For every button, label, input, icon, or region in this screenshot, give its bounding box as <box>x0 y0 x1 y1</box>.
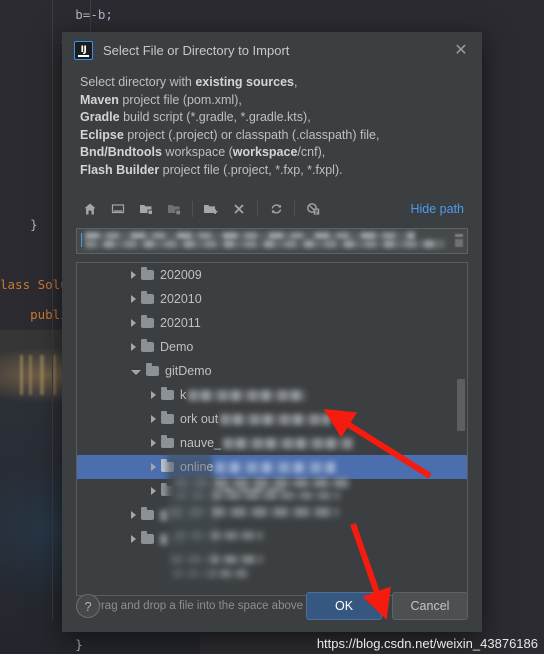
directory-tree[interactable]: 202009 202010 202011 Demo gitDemo k ork out nau… <box>76 262 468 596</box>
tree-item[interactable]: 202010 <box>77 287 467 311</box>
redacted-overlay <box>167 453 212 593</box>
redacted-label <box>220 413 331 425</box>
description-line: Eclipse project (.project) or classpath … <box>80 127 380 142</box>
tree-item-label: 202010 <box>160 292 202 306</box>
tree-item-label: 202009 <box>160 268 202 282</box>
code-line: } <box>75 637 83 652</box>
tree-scrollbar-thumb[interactable] <box>457 379 465 431</box>
desktop-icon[interactable] <box>104 196 132 222</box>
file-chooser-toolbar: Hide path <box>76 195 468 223</box>
tree-item[interactable]: k <box>77 383 467 407</box>
tree-item-label: Demo <box>160 340 194 354</box>
help-button[interactable]: ? <box>76 594 100 618</box>
tree-item-label: 202011 <box>160 316 201 330</box>
dialog-footer: ? OK Cancel <box>62 580 482 632</box>
toolbar-separator <box>294 201 295 217</box>
description-line: Gradle build script (*.gradle, *.gradle.… <box>80 110 311 124</box>
toolbar-separator <box>192 201 193 217</box>
toolbar-separator <box>257 201 258 217</box>
tree-item[interactable]: Demo <box>77 335 467 359</box>
tree-item-label: gitDemo <box>165 364 212 378</box>
folder-icon <box>141 507 154 520</box>
tree-item[interactable]: ork out <box>77 407 467 431</box>
folder-icon <box>161 411 174 424</box>
tree-item[interactable]: online <box>77 455 467 479</box>
code-line: b=-b; <box>75 7 113 22</box>
description-line: Flash Builder project file (.project, *.… <box>80 162 343 177</box>
module-folder-icon[interactable] <box>160 196 188 222</box>
chevron-right-icon[interactable] <box>151 391 156 399</box>
chevron-right-icon[interactable] <box>131 271 136 279</box>
watermark-url: https://blog.csdn.net/weixin_43876186 <box>316 636 538 651</box>
tree-item-label: nauve_ <box>180 436 222 450</box>
chevron-right-icon[interactable] <box>151 487 156 495</box>
redacted-label <box>223 437 354 449</box>
chevron-right-icon[interactable] <box>131 295 136 303</box>
refresh-icon[interactable] <box>262 196 290 222</box>
import-dialog: IJ Select File or Directory to Import ✕ … <box>62 32 482 632</box>
new-folder-icon[interactable] <box>197 196 225 222</box>
chevron-right-icon[interactable] <box>151 439 156 447</box>
folder-icon <box>141 267 154 280</box>
redacted-path-text <box>85 232 415 240</box>
tree-item[interactable] <box>77 527 467 551</box>
show-hidden-icon[interactable] <box>299 196 327 222</box>
tree-item[interactable]: gitDemo <box>77 359 467 383</box>
description-line: Maven project file (pom.xml), <box>80 92 242 107</box>
chevron-right-icon[interactable] <box>151 415 156 423</box>
tree-item[interactable]: nauve_ <box>77 431 467 455</box>
folder-icon <box>141 291 154 304</box>
dialog-description: Select directory with existing sources, M… <box>62 68 482 181</box>
cancel-button[interactable]: Cancel <box>392 592 468 620</box>
path-overflow-icon <box>455 234 463 247</box>
tree-item[interactable]: 202011 <box>77 311 467 335</box>
folder-icon <box>161 387 174 400</box>
chevron-down-icon[interactable] <box>131 369 141 375</box>
redacted-path-text <box>85 240 445 248</box>
delete-icon[interactable] <box>225 196 253 222</box>
home-icon[interactable] <box>76 196 104 222</box>
folder-icon <box>161 435 174 448</box>
folder-icon <box>141 339 154 352</box>
project-folder-icon[interactable] <box>132 196 160 222</box>
tree-item[interactable]: 202009 <box>77 263 467 287</box>
dialog-titlebar: IJ Select File or Directory to Import ✕ <box>62 32 482 68</box>
folder-icon <box>146 363 159 376</box>
dialog-title: Select File or Directory to Import <box>103 42 290 58</box>
chevron-right-icon[interactable] <box>131 319 136 327</box>
redacted-label <box>188 389 307 401</box>
description-line: Bnd/Bndtools workspace (workspace/cnf), <box>80 145 326 159</box>
hide-path-link[interactable]: Hide path <box>410 202 468 216</box>
chevron-right-icon[interactable] <box>131 511 136 519</box>
chevron-right-icon[interactable] <box>151 463 156 471</box>
path-input[interactable] <box>76 228 468 254</box>
tree-item-label: k <box>180 388 187 402</box>
redacted-label <box>215 461 336 473</box>
folder-icon <box>141 531 154 544</box>
chevron-right-icon[interactable] <box>131 535 136 543</box>
tree-item-label: ork out <box>180 412 219 426</box>
close-icon[interactable]: ✕ <box>450 39 472 61</box>
ok-button[interactable]: OK <box>306 592 382 620</box>
intellij-logo-icon: IJ <box>74 40 93 60</box>
folder-icon <box>141 315 154 328</box>
chevron-right-icon[interactable] <box>131 343 136 351</box>
text-caret <box>81 233 82 247</box>
description-line: Select directory with existing sources, <box>80 75 298 89</box>
